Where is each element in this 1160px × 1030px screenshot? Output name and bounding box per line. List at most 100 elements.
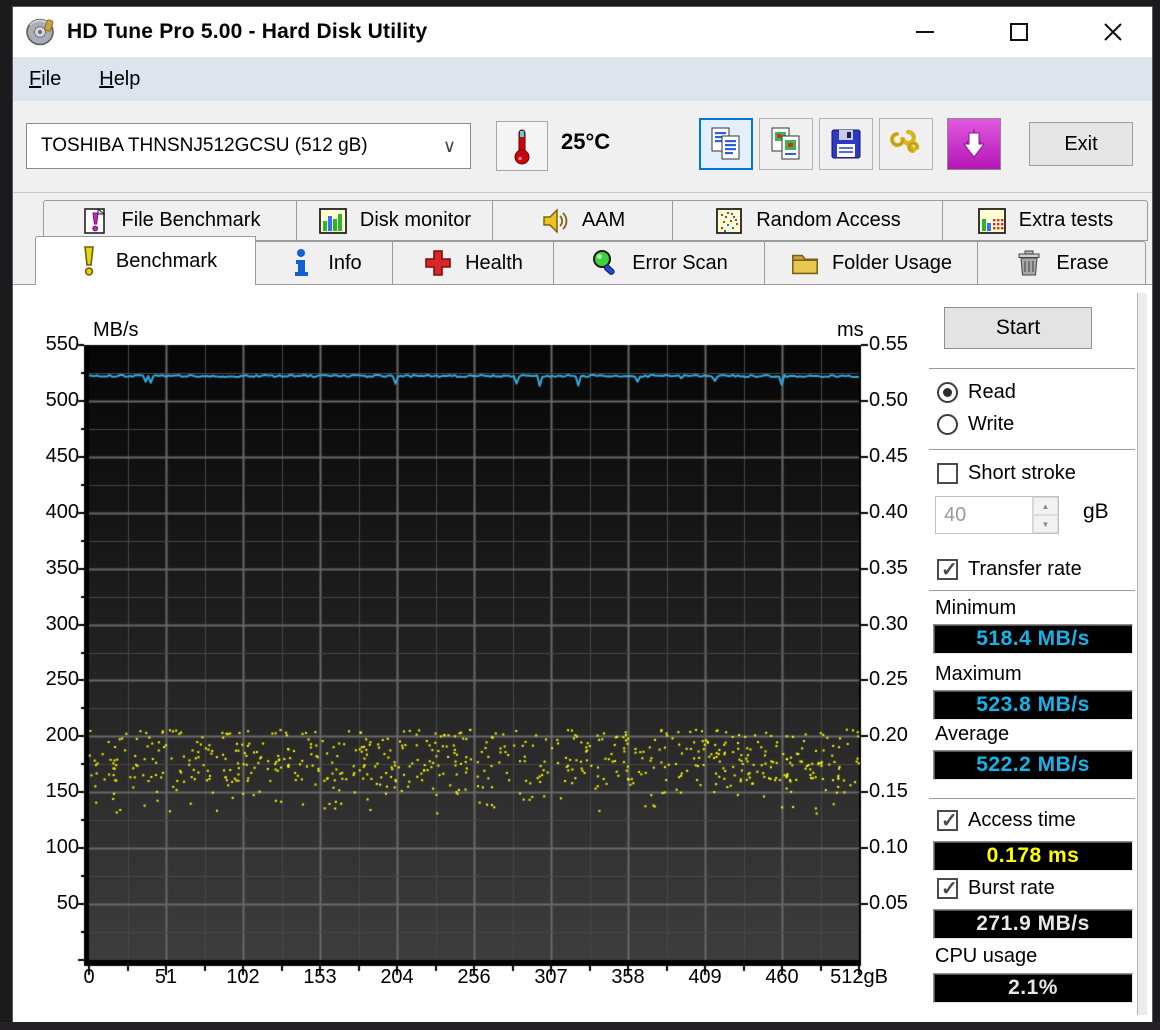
start-button[interactable]: Start	[944, 307, 1092, 349]
write-radio[interactable]	[937, 414, 958, 435]
short-stroke-unit: gB	[1083, 500, 1109, 523]
minimize-button[interactable]	[906, 13, 944, 51]
tab-random-access[interactable]: Random Access	[673, 200, 943, 241]
trash-icon	[1014, 248, 1044, 278]
read-radio[interactable]	[937, 382, 958, 403]
benchmark-chart	[61, 332, 871, 992]
tab-erase[interactable]: Erase	[978, 241, 1146, 285]
access-time-checkbox[interactable]	[937, 808, 958, 833]
tab-label: Folder Usage	[831, 251, 953, 274]
drive-select-dropdown[interactable]: TOSHIBA THNSNJ512GCSU (512 gB) ∨	[26, 123, 471, 169]
spin-down-icon[interactable]: ▼	[1033, 515, 1058, 533]
access-time-label: Access time	[968, 809, 1076, 831]
folder-icon	[790, 248, 820, 278]
x-axis-tick: 307	[534, 966, 568, 988]
burst-rate-option[interactable]: Burst rate	[937, 876, 1055, 901]
speaker-icon	[540, 206, 570, 236]
access-time-option[interactable]: Access time	[937, 808, 1076, 833]
average-label: Average	[935, 723, 1010, 745]
exit-button[interactable]: Exit	[1029, 122, 1133, 166]
temperature-button[interactable]	[496, 121, 548, 171]
close-button[interactable]	[1094, 13, 1132, 51]
tab-info[interactable]: Info	[256, 241, 393, 285]
short-stroke-checkbox[interactable]	[937, 463, 958, 484]
left-axis-tick: 300	[45, 612, 79, 635]
drive-select-value: TOSHIBA THNSNJ512GCSU (512 gB)	[41, 135, 368, 156]
maximize-button[interactable]	[1000, 13, 1038, 51]
tab-label: Extra tests	[1018, 209, 1114, 231]
save-button[interactable]	[819, 118, 873, 170]
download-update-button[interactable]	[947, 118, 1001, 170]
tab-health[interactable]: Health	[393, 241, 554, 285]
right-axis-tick: 0.15	[869, 780, 908, 803]
transfer-rate-label: Transfer rate	[968, 558, 1082, 580]
window-title: HD Tune Pro 5.00 - Hard Disk Utility	[67, 20, 428, 43]
extra-tests-icon	[977, 206, 1007, 236]
tab-disk-monitor[interactable]: Disk monitor	[297, 200, 493, 241]
thermometer-icon	[514, 129, 530, 165]
download-arrow-icon	[962, 129, 986, 158]
tab-benchmark[interactable]: Benchmark	[35, 236, 256, 285]
tab-extra-tests[interactable]: Extra tests	[943, 200, 1148, 241]
save-floppy-icon	[831, 129, 861, 159]
short-stroke-size-spinner[interactable]: 40 ▲ ▼	[935, 496, 1059, 534]
write-label: Write	[968, 413, 1015, 435]
separator	[929, 449, 1135, 450]
desktop-edge	[0, 1022, 1160, 1030]
right-axis-tick: 0.35	[869, 556, 908, 579]
error-scan-icon	[590, 248, 620, 278]
read-option[interactable]: Read	[937, 381, 1016, 404]
right-axis-tick: 0.40	[869, 500, 908, 523]
options-button[interactable]	[879, 118, 933, 170]
short-stroke-label: Short stroke	[968, 462, 1076, 484]
tab-label: Benchmark	[115, 249, 218, 272]
tab-file-benchmark[interactable]: File Benchmark	[43, 200, 297, 241]
separator	[929, 368, 1135, 369]
left-axis-tick: 400	[45, 500, 79, 523]
left-axis-tick: 500	[45, 388, 79, 411]
average-value: 522.2 MB/s	[933, 750, 1133, 780]
short-stroke-size-value: 40	[944, 503, 967, 526]
left-axis-tick: 250	[45, 668, 79, 691]
burst-rate-checkbox[interactable]	[937, 876, 958, 901]
copy-screenshot-button[interactable]	[759, 118, 813, 170]
x-axis-tick: 204	[380, 966, 414, 988]
chevron-down-icon: ∨	[442, 135, 456, 156]
x-axis-tick: 0	[83, 966, 95, 988]
write-option[interactable]: Write	[937, 413, 1014, 436]
benchmark-page: MB/s ms 550 500 450 400 350 300 250 200 150 100 50…	[13, 284, 1152, 1022]
right-axis-tick: 0.10	[869, 836, 908, 859]
right-axis-tick: 0.45	[869, 444, 908, 467]
cpu-usage-value: 2.1%	[933, 973, 1133, 1003]
x-axis-tick: 358	[611, 966, 645, 988]
right-axis-tick: 0.25	[869, 668, 908, 691]
tab-strip: File Benchmark Disk monitor AAM Random A…	[13, 193, 1152, 285]
x-axis-tick: 460	[765, 966, 799, 988]
burst-rate-value: 271.9 MB/s	[933, 909, 1133, 939]
tab-label: AAM	[581, 209, 626, 231]
left-axis-tick: 200	[45, 724, 79, 747]
left-axis-tick: 550	[45, 333, 79, 355]
tab-aam[interactable]: AAM	[493, 200, 673, 241]
tab-error-scan[interactable]: Error Scan	[554, 241, 765, 285]
spin-up-icon[interactable]: ▲	[1033, 497, 1058, 515]
title-bar: HD Tune Pro 5.00 - Hard Disk Utility	[13, 7, 1152, 57]
maximum-value: 523.8 MB/s	[933, 690, 1133, 720]
tab-label: Health	[465, 251, 523, 274]
transfer-rate-option[interactable]: Transfer rate	[937, 557, 1082, 582]
menu-help[interactable]: Help	[99, 68, 140, 91]
short-stroke-option[interactable]: Short stroke	[937, 462, 1076, 485]
hd-tune-app-icon	[26, 18, 54, 46]
app-window: HD Tune Pro 5.00 - Hard Disk Utility Fil…	[12, 6, 1153, 1022]
transfer-rate-checkbox[interactable]	[937, 557, 958, 582]
file-benchmark-icon	[80, 206, 110, 236]
left-axis-tick: 50	[56, 892, 79, 915]
maximum-label: Maximum	[935, 663, 1022, 685]
benchmark-icon	[74, 246, 104, 276]
x-axis-tick: 51	[154, 966, 178, 988]
cpu-usage-label: CPU usage	[935, 945, 1038, 967]
disk-monitor-icon	[318, 206, 348, 236]
tab-folder-usage[interactable]: Folder Usage	[765, 241, 978, 285]
menu-file[interactable]: File	[29, 68, 61, 91]
copy-text-button[interactable]	[699, 118, 753, 170]
